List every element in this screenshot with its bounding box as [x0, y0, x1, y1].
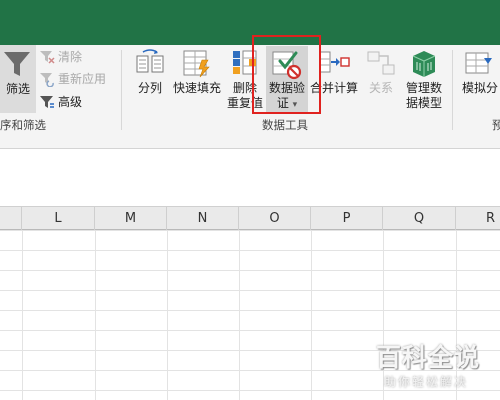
manage-data-model-button[interactable]: 管理数 据模型	[400, 48, 448, 114]
text-to-columns-icon	[136, 49, 164, 73]
text-to-columns-label: 分列	[137, 81, 162, 95]
grid-line	[239, 230, 240, 400]
watermark-brand: 百科全说	[376, 343, 481, 372]
funnel-icon	[4, 52, 30, 76]
watermark: 百科全说 助你轻松解决	[376, 338, 488, 393]
clear-filter-button[interactable]: 清除	[39, 48, 109, 66]
relationships-label: 关系	[368, 81, 393, 95]
clear-filter-label: 清除	[58, 50, 83, 64]
grid-line	[311, 230, 312, 400]
data-tools-group-label: 数据工具	[262, 118, 308, 132]
column-header[interactable]: P	[311, 207, 383, 230]
column-header-spacer	[0, 207, 22, 230]
column-header[interactable]: L	[22, 207, 95, 230]
flash-fill-button[interactable]: 快速填充	[170, 48, 224, 114]
what-if-analysis-icon	[465, 52, 492, 74]
manage-data-model-label-line1: 管理数	[405, 81, 442, 95]
flash-fill-label: 快速填充	[172, 81, 221, 95]
grid-line	[22, 230, 23, 400]
grid-line	[95, 230, 96, 400]
column-header-bar: L M N O P Q R	[0, 206, 500, 230]
clear-filter-icon	[40, 51, 55, 64]
column-header[interactable]: M	[95, 207, 167, 230]
column-header[interactable]: N	[167, 207, 239, 230]
advanced-filter-icon	[40, 96, 54, 108]
advanced-filter-label: 高级	[58, 95, 83, 109]
sort-filter-group-label: 序和筛选	[0, 118, 46, 132]
reapply-filter-button[interactable]: 重新应用	[39, 70, 119, 88]
group-separator	[452, 50, 453, 130]
forecast-group-label: 预	[492, 118, 500, 132]
filter-label: 筛选	[5, 82, 30, 96]
column-header[interactable]: O	[239, 207, 311, 230]
column-header[interactable]: Q	[383, 207, 456, 230]
data-model-icon	[412, 51, 436, 77]
reapply-filter-label: 重新应用	[58, 72, 107, 86]
formula-area	[0, 149, 500, 206]
flash-fill-icon	[183, 50, 210, 78]
highlight-box	[252, 35, 321, 114]
reapply-filter-icon	[40, 73, 54, 87]
manage-data-model-label-line2: 据模型	[405, 96, 442, 110]
column-header[interactable]: R	[456, 207, 500, 230]
grid-line	[167, 230, 168, 400]
relationships-icon	[367, 51, 395, 75]
what-if-analysis-label: 模拟分	[462, 81, 499, 95]
watermark-slogan: 助你轻松解决	[384, 375, 469, 389]
advanced-filter-button[interactable]: 高级	[39, 93, 99, 111]
title-bar	[0, 0, 500, 45]
what-if-analysis-button[interactable]: 模拟分	[458, 48, 500, 114]
group-separator	[121, 50, 122, 130]
filter-button[interactable]: 筛选	[0, 45, 36, 113]
text-to-columns-button[interactable]: 分列	[132, 48, 168, 114]
relationships-button[interactable]: 关系	[362, 48, 400, 114]
consolidate-icon	[319, 51, 350, 73]
